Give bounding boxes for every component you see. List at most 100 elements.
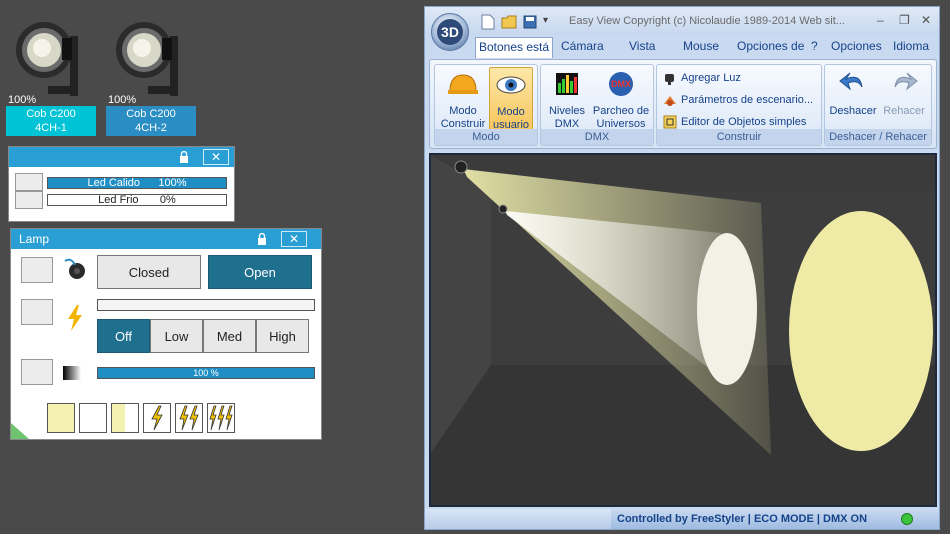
rehacer-label: Rehacer [883,105,925,117]
preset-bolt-3[interactable] [207,403,235,433]
tab-botones[interactable]: Botones está [475,37,554,58]
led-calido-bar[interactable]: Led Calido 100% [47,177,227,189]
object-editor-icon [663,115,677,129]
shutter-select-button[interactable] [21,257,53,283]
preset-bolt-1[interactable] [143,403,171,433]
tab-idioma[interactable]: Idioma [893,39,929,53]
ribbon-tabs: Botones está Cámara Vista Mouse Opciones… [425,37,939,59]
led-frio-bar[interactable]: Led Frio 0% [47,194,227,206]
shutter-icon [64,258,85,279]
deshacer-label: Deshacer [829,105,877,117]
dimmer-value: 100 % [193,368,219,378]
3d-scene [431,155,935,505]
fixture-2[interactable]: 100% Cob C200 4CH-2 [106,12,198,136]
parametros-escenario-button[interactable]: Parámetros de escenario... [663,93,813,107]
led-calido-label: Led Calido [87,177,141,189]
modo-usuario-button[interactable]: Modo usuario [489,67,533,131]
group-modo: Modo Construir Modo usuario Modo [434,64,538,146]
shutter-open-button[interactable]: Open [208,255,312,289]
save-icon[interactable] [523,15,537,29]
levels-icon [556,73,578,95]
preset-bolt-2[interactable] [175,403,203,433]
dmx-status-indicator [901,513,913,525]
power-select-button[interactable] [21,299,53,325]
power-off-button[interactable]: Off [97,319,150,353]
agregar-luz-button[interactable]: Agregar Luz [663,71,741,85]
lock-icon[interactable] [175,149,193,165]
rehacer-button[interactable]: Rehacer [879,67,929,118]
parcheo-label-1: Parcheo de [592,105,650,117]
led-frio-button[interactable] [15,191,43,209]
fixture-2-name: Cob C200 [126,108,176,120]
group-dmx: Niveles DMX DMX Parcheo de Universos DMX [540,64,654,146]
lightning-icon [151,405,163,431]
modo-construir-label-1: Modo [449,105,477,117]
hard-hat-icon [448,74,478,94]
close-window-icon[interactable]: ✕ [921,13,931,27]
resize-grip-icon[interactable] [11,423,29,439]
editor-objetos-label: Editor de Objetos simples [681,116,807,128]
tab-vista[interactable]: Vista [629,39,655,53]
open-folder-icon[interactable] [501,15,517,29]
led-frio-label: Led Frio [98,194,139,206]
status-bar-left [425,509,611,529]
fixture-2-mode: 4CH-2 [135,122,167,134]
dmx-icon: DMX [609,72,633,96]
status-text: Controlled by FreeStyler | ECO MODE | DM… [617,513,868,525]
spotlight-icon [665,74,674,85]
dimmer-select-button[interactable] [21,359,53,385]
lamp-panel: Lamp ✕ Closed Open Off Low Med High 100 … [10,228,322,440]
shutter-closed-button[interactable]: Closed [97,255,201,289]
niveles-dmx-label-1: Niveles [548,105,586,117]
tab-opciones-de[interactable]: Opciones de [737,39,804,53]
deshacer-button[interactable]: Deshacer [827,67,879,118]
quick-access-chevron-icon[interactable]: ▾ [543,15,548,26]
lock-icon[interactable] [253,231,271,247]
close-icon[interactable]: ✕ [281,231,307,247]
3d-viewport[interactable] [429,153,937,507]
redo-icon [894,72,918,91]
power-low-button[interactable]: Low [150,319,203,353]
lamp-panel-titlebar[interactable]: Lamp ✕ [11,229,321,249]
par-light-icon [16,22,78,96]
modo-construir-button[interactable]: Modo Construir [439,67,487,131]
group-construir: Agregar Luz Parámetros de escenario... E… [656,64,822,146]
preset-3[interactable] [111,403,139,433]
status-bar: Controlled by FreeStyler | ECO MODE | DM… [611,509,939,529]
parcheo-universos-button[interactable]: DMX Parcheo de Universos [591,67,651,131]
dimmer-bar[interactable]: 100 % [97,367,315,379]
preset-2[interactable] [79,403,107,433]
easy-view-window: 3D ▾ Easy View Copyright (c) Nicolaudie … [424,6,940,530]
tab-help[interactable]: ? [811,39,818,53]
led-calido-button[interactable] [15,173,43,191]
power-high-button[interactable]: High [256,319,309,353]
undo-icon [839,72,863,91]
fixture-1-label: Cob C200 4CH-1 [6,106,96,136]
window-title: Easy View Copyright (c) Nicolaudie 1989-… [569,15,845,27]
new-file-icon[interactable] [481,14,495,30]
group-dmx-label: DMX [541,129,653,145]
tab-camara[interactable]: Cámara [561,39,604,53]
parametros-label: Parámetros de escenario... [681,94,814,106]
tab-opciones[interactable]: Opciones [831,39,882,53]
power-level-bar[interactable] [97,299,315,311]
close-icon[interactable]: ✕ [203,149,229,165]
fixture-1-percent: 100% [8,94,37,106]
fixture-1[interactable]: 100% Cob C200 4CH-1 [6,12,98,136]
spotlight-2[interactable] [498,204,508,214]
fixture-2-percent: 100% [108,94,137,106]
fixture-1-mode: 4CH-1 [35,122,67,134]
spotlight-1[interactable] [454,160,468,174]
minimize-icon[interactable]: – [877,13,884,27]
group-undo: Deshacer Rehacer Deshacer / Rehacer [824,64,932,146]
editor-objetos-button[interactable]: Editor de Objetos simples [663,115,806,129]
niveles-dmx-button[interactable]: Niveles DMX [545,67,589,131]
svg-text:DMX: DMX [611,79,631,89]
led-panel-titlebar[interactable]: ✕ [9,147,234,167]
preset-1[interactable] [47,403,75,433]
maximize-icon[interactable]: ❐ [899,13,910,27]
power-med-button[interactable]: Med [203,319,256,353]
agregar-luz-label: Agregar Luz [681,72,741,84]
tab-mouse[interactable]: Mouse [683,39,719,53]
fixture-2-label: Cob C200 4CH-2 [106,106,196,136]
